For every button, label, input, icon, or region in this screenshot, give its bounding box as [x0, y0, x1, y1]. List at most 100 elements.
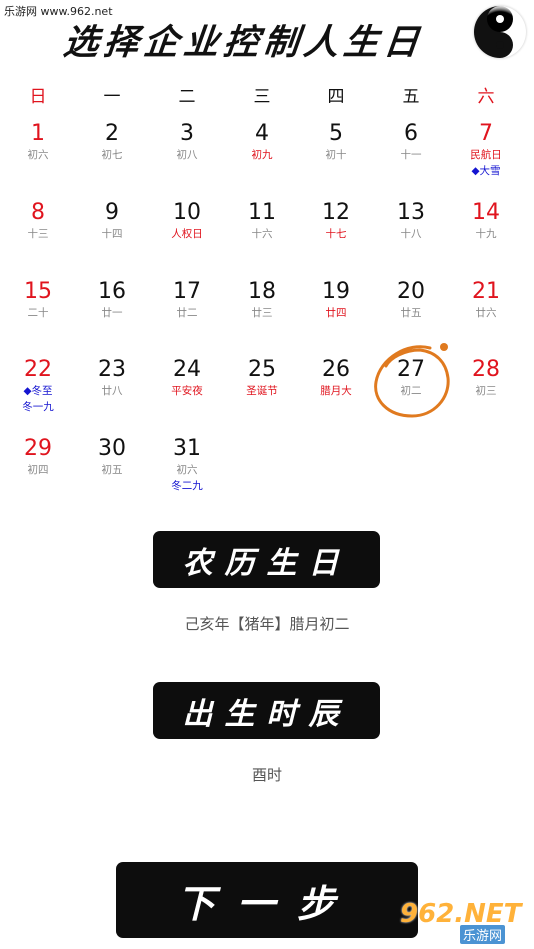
calendar-day[interactable]: 25 圣诞节	[224, 357, 300, 435]
lunar-label: 初五	[101, 464, 123, 476]
lunar-label: 十六	[251, 228, 273, 240]
lunar-label: 初六	[27, 149, 49, 161]
day-number: 17	[173, 279, 201, 304]
lunar-label: 十九	[475, 228, 497, 240]
lunar-label: 腊月大	[320, 385, 352, 397]
calendar-day[interactable]: 8 十三	[0, 200, 76, 278]
weekday-label: 五	[402, 87, 420, 107]
watermark-bottom-text: 乐游网	[460, 925, 506, 944]
lunar-label: 廿八	[101, 385, 123, 397]
calendar-day[interactable]: 13 十八	[373, 200, 449, 278]
lunar-birthday-button[interactable]: 农历生日	[153, 531, 380, 588]
day-number: 31	[173, 436, 201, 461]
calendar-day[interactable]: 12 十七	[298, 200, 374, 278]
calendar-day[interactable]: 6 十一	[373, 121, 449, 199]
lunar-date-text: 己亥年【猪年】腊月初二	[184, 615, 350, 633]
lunar-label: 廿一	[101, 307, 123, 319]
lunar-label: 圣诞节	[246, 385, 278, 397]
selected-date-circle-icon	[374, 343, 450, 418]
lunar-label: 初八	[176, 149, 198, 161]
calendar-day[interactable]: 19 廿四	[298, 279, 374, 357]
day-number: 19	[322, 279, 350, 304]
lunar-label: 人权日	[171, 228, 203, 240]
day-number: 25	[248, 357, 276, 382]
calendar-day[interactable]: 23 廿八	[74, 357, 150, 435]
calendar-day[interactable]: 31 初六 冬二九	[149, 436, 225, 514]
birth-hour-button[interactable]: 出生时辰	[153, 682, 380, 739]
calendar-day[interactable]: 1 初六	[0, 121, 76, 199]
lunar-label: 十八	[400, 228, 422, 240]
day-number: 7	[479, 121, 493, 146]
lunar-label: 廿四	[325, 307, 347, 319]
calendar-day[interactable]: 18 廿三	[224, 279, 300, 357]
day-number: 29	[24, 436, 52, 461]
weekday-label: 二	[178, 87, 196, 107]
calendar-day[interactable]: 16 廿一	[74, 279, 150, 357]
lunar-label: 平安夜	[171, 385, 203, 397]
calendar-day[interactable]: 3 初八	[149, 121, 225, 199]
day-number: 2	[105, 121, 119, 146]
lunar-label: 十七	[325, 228, 347, 240]
lunar-label: 廿六	[475, 307, 497, 319]
calendar-day[interactable]: 21 廿六	[448, 279, 524, 357]
calendar-day[interactable]: 10 人权日	[149, 200, 225, 278]
lunar-label: 民航日	[470, 149, 502, 161]
weekday-label: 四	[327, 87, 345, 107]
day-number: 12	[322, 200, 350, 225]
day-number: 8	[31, 200, 45, 225]
day-number: 18	[248, 279, 276, 304]
day-number: 6	[404, 121, 418, 146]
day-number: 13	[397, 200, 425, 225]
calendar-day[interactable]: 29 初四	[0, 436, 76, 514]
lunar-label: 初三	[475, 385, 497, 397]
lunar-label: 初六	[176, 464, 198, 476]
calendar-day[interactable]: 9 十四	[74, 200, 150, 278]
weekday-header: 日一二三四五六	[0, 78, 534, 107]
day-number: 1	[31, 121, 45, 146]
weekday-label: 一	[103, 87, 121, 107]
day-number: 9	[105, 200, 119, 225]
calendar-day[interactable]: 14 十九	[448, 200, 524, 278]
lunar-label: 初四	[27, 464, 49, 476]
lunar-label: 初七	[101, 149, 123, 161]
lunar-label: 十四	[101, 228, 123, 240]
calendar-day[interactable]: 2 初七	[74, 121, 150, 199]
calendar-day[interactable]: 28 初三	[448, 357, 524, 435]
day-number: 30	[98, 436, 126, 461]
page-title: 选择企业控制人生日	[61, 22, 426, 63]
day-number: 5	[329, 121, 343, 146]
weekday-label: 三	[253, 87, 271, 107]
solar-term-label: ◆大雪	[471, 165, 501, 177]
calendar-day[interactable]: 24 平安夜	[149, 357, 225, 435]
day-number: 16	[98, 279, 126, 304]
watermark-bottom: 962.NET 乐游网	[396, 897, 530, 945]
calendar-day[interactable]: 7 民航日 ◆大雪	[448, 121, 524, 199]
lunar-label: 廿二	[176, 307, 198, 319]
calendar-day[interactable]: 11 十六	[224, 200, 300, 278]
day-number: 3	[180, 121, 194, 146]
lunar-label: 廿三	[251, 307, 273, 319]
yin-yang-logo-icon	[471, 3, 529, 61]
day-number: 26	[322, 357, 350, 382]
day-number: 11	[248, 200, 276, 225]
day-number: 4	[255, 121, 269, 146]
calendar-day[interactable]: 26 腊月大	[298, 357, 374, 435]
day-number: 23	[98, 357, 126, 382]
calendar-day[interactable]: 17 廿二	[149, 279, 225, 357]
weekday-label: 日	[29, 87, 47, 107]
day-number: 20	[397, 279, 425, 304]
day-number: 15	[24, 279, 52, 304]
lunar-label: 初十	[325, 149, 347, 161]
day-number: 24	[173, 357, 201, 382]
calendar-day[interactable]: 5 初十	[298, 121, 374, 199]
calendar-day[interactable]: 15 二十	[0, 279, 76, 357]
calendar-day[interactable]: 30 初五	[74, 436, 150, 514]
next-step-button[interactable]: 下一步	[116, 862, 418, 938]
calendar-day[interactable]: 4 初九	[224, 121, 300, 199]
lunar-label: ◆冬至	[23, 385, 53, 397]
day-number: 28	[472, 357, 500, 382]
calendar-day[interactable]: 22 ◆冬至 冬一九	[0, 357, 76, 435]
lunar-label: 初九	[251, 149, 273, 161]
lunar-label: 二十	[27, 307, 49, 319]
day-number: 14	[472, 200, 500, 225]
